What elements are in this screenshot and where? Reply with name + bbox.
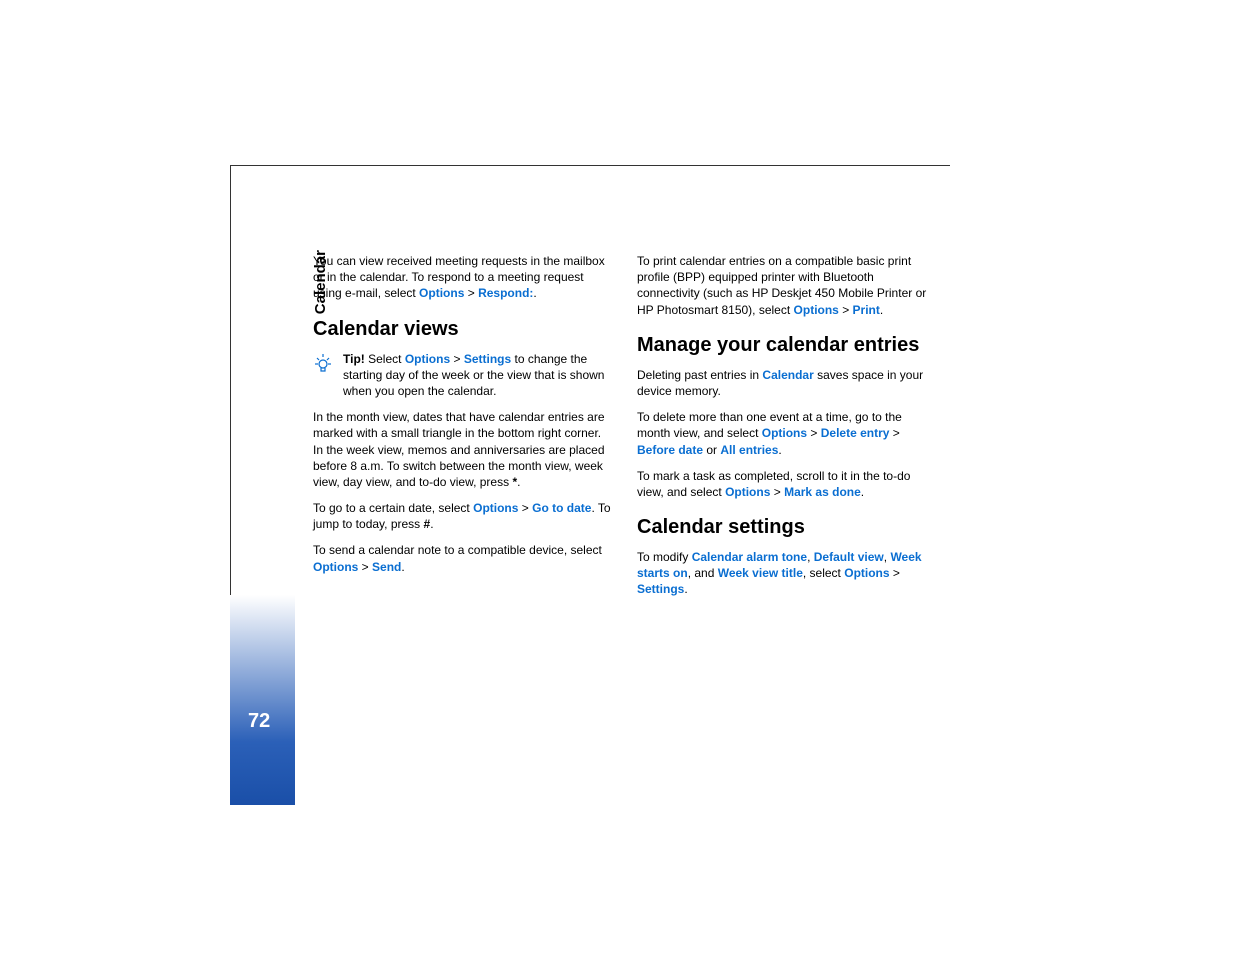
text: . — [517, 475, 520, 489]
page-number: 72 — [248, 710, 270, 733]
heading-calendar-settings: Calendar settings — [637, 514, 937, 541]
mark-done-paragraph: To mark a task as completed, scroll to i… — [637, 468, 937, 500]
heading-calendar-views: Calendar views — [313, 316, 613, 343]
separator: > — [807, 426, 821, 440]
text: . — [401, 560, 404, 574]
options-link[interactable]: Options — [405, 352, 450, 366]
options-link[interactable]: Options — [762, 426, 807, 440]
separator: > — [890, 566, 900, 580]
options-link[interactable]: Options — [844, 566, 889, 580]
month-view-paragraph: In the month view, dates that have calen… — [313, 409, 613, 490]
text: . — [778, 443, 781, 457]
text: . — [880, 303, 883, 317]
sidebar-gradient — [230, 595, 295, 805]
text: . — [430, 517, 433, 531]
text: Deleting past entries in — [637, 368, 762, 382]
options-link[interactable]: Options — [473, 501, 518, 515]
delete-entry-link[interactable]: Delete entry — [821, 426, 890, 440]
intro-paragraph: You can view received meeting requests i… — [313, 253, 613, 302]
goto-date-link[interactable]: Go to date — [532, 501, 591, 515]
text: or — [703, 443, 720, 457]
separator: > — [770, 485, 784, 499]
alarm-tone-link[interactable]: Calendar alarm tone — [692, 550, 807, 564]
tip-block: Tip! Select Options > Settings to change… — [313, 351, 613, 400]
send-link[interactable]: Send — [372, 560, 401, 574]
before-date-link[interactable]: Before date — [637, 443, 703, 457]
text: . — [533, 286, 536, 300]
left-column: You can view received meeting requests i… — [313, 253, 613, 608]
week-view-title-link[interactable]: Week view title — [718, 566, 803, 580]
print-link[interactable]: Print — [853, 303, 880, 317]
page-content: You can view received meeting requests i… — [313, 253, 938, 608]
calendar-link[interactable]: Calendar — [762, 368, 813, 382]
options-link[interactable]: Options — [725, 485, 770, 499]
settings-link[interactable]: Settings — [464, 352, 511, 366]
tip-text: Tip! Select Options > Settings to change… — [343, 351, 613, 400]
text: , — [807, 550, 814, 564]
text: To modify — [637, 550, 692, 564]
right-column: To print calendar entries on a compatibl… — [637, 253, 937, 608]
separator: > — [358, 560, 372, 574]
default-view-link[interactable]: Default view — [814, 550, 884, 564]
all-entries-link[interactable]: All entries — [720, 443, 778, 457]
text: . — [684, 582, 687, 596]
separator: > — [839, 303, 853, 317]
text: . — [861, 485, 864, 499]
print-paragraph: To print calendar entries on a compatibl… — [637, 253, 937, 318]
mark-done-link[interactable]: Mark as done — [784, 485, 861, 499]
tip-lightbulb-icon — [313, 353, 333, 375]
text: In the month view, dates that have calen… — [313, 410, 605, 489]
settings-link[interactable]: Settings — [637, 582, 684, 596]
delete-intro-paragraph: Deleting past entries in Calendar saves … — [637, 367, 937, 399]
text: , select — [803, 566, 844, 580]
separator: > — [518, 501, 532, 515]
send-note-paragraph: To send a calendar note to a compatible … — [313, 542, 613, 574]
text: Select — [365, 352, 405, 366]
options-link[interactable]: Options — [313, 560, 358, 574]
heading-manage-entries: Manage your calendar entries — [637, 332, 937, 359]
text: To send a calendar note to a compatible … — [313, 543, 602, 557]
text: , and — [688, 566, 718, 580]
separator: > — [889, 426, 899, 440]
separator: > — [464, 286, 478, 300]
options-link[interactable]: Options — [419, 286, 464, 300]
respond-link[interactable]: Respond: — [478, 286, 533, 300]
text: To go to a certain date, select — [313, 501, 473, 515]
options-link[interactable]: Options — [794, 303, 839, 317]
tip-label: Tip! — [343, 352, 365, 366]
settings-paragraph: To modify Calendar alarm tone, Default v… — [637, 549, 937, 598]
separator: > — [450, 352, 464, 366]
delete-many-paragraph: To delete more than one event at a time,… — [637, 409, 937, 458]
goto-date-paragraph: To go to a certain date, select Options … — [313, 500, 613, 532]
